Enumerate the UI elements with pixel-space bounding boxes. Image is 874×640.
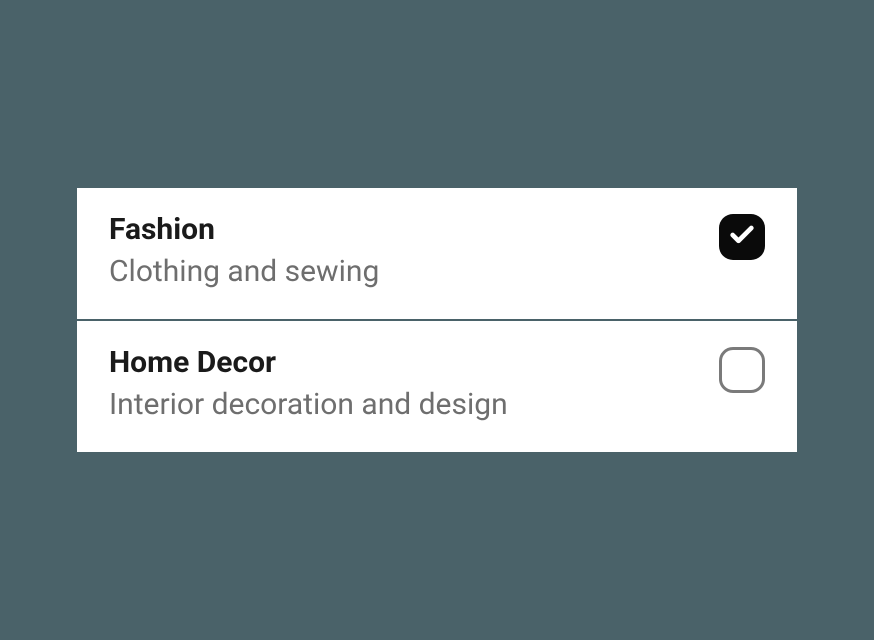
category-list: Fashion Clothing and sewing Home Decor I… [77,188,797,452]
checkbox-fashion[interactable] [719,214,765,260]
list-item-fashion[interactable]: Fashion Clothing and sewing [77,188,797,319]
item-title: Home Decor [109,345,508,381]
checkbox-home-decor[interactable] [719,347,765,393]
item-subtitle: Interior decoration and design [109,385,508,424]
check-icon [728,221,756,253]
item-text: Fashion Clothing and sewing [109,212,379,291]
item-text: Home Decor Interior decoration and desig… [109,345,508,424]
item-subtitle: Clothing and sewing [109,252,379,291]
item-title: Fashion [109,212,379,248]
list-item-home-decor[interactable]: Home Decor Interior decoration and desig… [77,319,797,452]
